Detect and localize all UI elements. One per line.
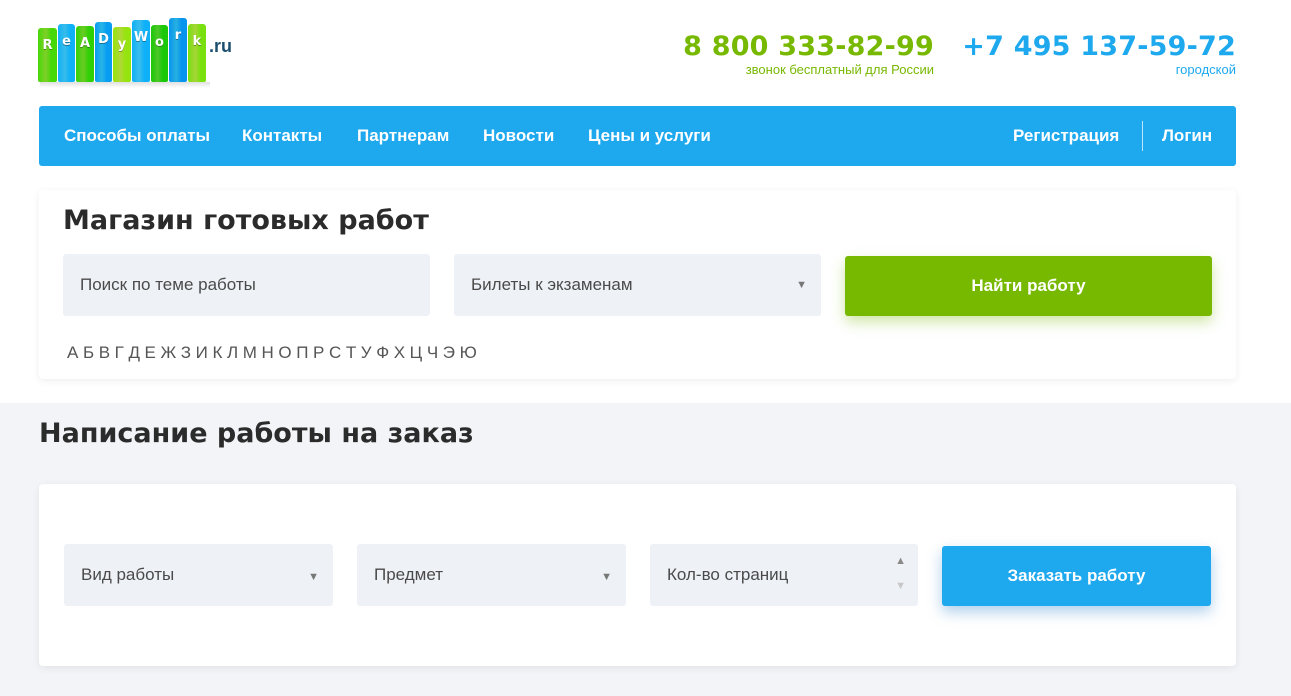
search-topic-input[interactable] (80, 254, 430, 316)
pages-count-field[interactable]: ▲ ▼ (650, 544, 918, 606)
logo-letter: R (42, 38, 53, 53)
triangle-down-icon[interactable]: ▼ (895, 577, 906, 595)
phone-free-number[interactable]: 8 800 333-82-99 (683, 32, 934, 62)
nav-register-link[interactable]: Регистрация (1013, 106, 1119, 166)
nav-item-partners[interactable]: Партнерам (357, 106, 449, 166)
shop-title: Магазин готовых работ (63, 205, 429, 236)
logo-letter: e (62, 34, 71, 49)
order-work-button[interactable]: Заказать работу (942, 546, 1211, 606)
phone-city-number[interactable]: +7 495 137-59-72 (962, 32, 1236, 62)
logo-letter: W (133, 30, 149, 45)
subject-select-value: Предмет (374, 565, 444, 584)
logo-book: R (38, 28, 57, 82)
alphabet-letter[interactable]: Ф (376, 343, 389, 363)
logo-book: D (95, 22, 112, 82)
logo-book: y (113, 27, 131, 82)
alphabet-letter[interactable]: М (243, 343, 257, 363)
triangle-down-icon: ▼ (796, 279, 807, 291)
alphabet-letter[interactable]: Т (346, 343, 356, 363)
phone-free: 8 800 333-82-99 звонок бесплатный для Ро… (683, 32, 934, 78)
alphabet-letter[interactable]: С (329, 343, 341, 363)
alphabet-letter[interactable]: Х (394, 343, 405, 363)
alphabet-filter: АБВГДЕЖЗИКЛМНОПРСТУФХЦЧЭЮ (67, 343, 481, 363)
logo-letter: D (98, 32, 109, 47)
find-work-button[interactable]: Найти работу (845, 256, 1212, 316)
logo-letter: y (117, 37, 127, 52)
alphabet-letter[interactable]: И (196, 343, 208, 363)
logo-letter: o (155, 35, 164, 50)
order-title: Написание работы на заказ (39, 418, 474, 449)
triangle-down-icon: ▼ (601, 571, 612, 583)
alphabet-letter[interactable]: О (278, 343, 291, 363)
search-topic-field[interactable] (63, 254, 430, 316)
logo-book: e (58, 24, 75, 82)
pages-count-input[interactable] (667, 544, 918, 606)
alphabet-letter[interactable]: А (67, 343, 78, 363)
logo-letter: A (79, 36, 91, 51)
alphabet-letter[interactable]: Л (227, 343, 238, 363)
logo-shadow (40, 82, 210, 88)
nav-login-link[interactable]: Логин (1162, 106, 1212, 166)
alphabet-letter[interactable]: Е (145, 343, 156, 363)
alphabet-letter[interactable]: У (361, 343, 372, 363)
alphabet-letter[interactable]: П (296, 343, 308, 363)
logo-book: o (151, 25, 168, 82)
alphabet-letter[interactable]: Н (261, 343, 273, 363)
alphabet-letter[interactable]: Р (313, 343, 324, 363)
alphabet-letter[interactable]: К (212, 343, 222, 363)
logo-book: k (188, 24, 206, 82)
alphabet-letter[interactable]: Б (83, 343, 94, 363)
alphabet-letter[interactable]: Д (128, 343, 140, 363)
logo-letter: r (174, 28, 182, 43)
work-type-select[interactable]: Вид работы ▼ (64, 544, 333, 606)
triangle-up-icon[interactable]: ▲ (895, 552, 906, 570)
alphabet-letter[interactable]: Ч (427, 343, 438, 363)
logo-letter: k (192, 34, 202, 49)
logo-book: A (76, 26, 94, 82)
logo-book: W (132, 20, 150, 82)
work-type-select-value: Вид работы (81, 565, 175, 584)
phone-city: +7 495 137-59-72 городской (962, 32, 1236, 78)
alphabet-letter[interactable]: Ж (160, 343, 176, 363)
triangle-down-icon: ▼ (308, 571, 319, 583)
alphabet-letter[interactable]: Э (443, 343, 455, 363)
nav-item-news[interactable]: Новости (483, 106, 554, 166)
nav-item-payment[interactable]: Способы оплаты (64, 106, 210, 166)
category-select[interactable]: Билеты к экзаменам ▼ (454, 254, 821, 316)
alphabet-letter[interactable]: В (99, 343, 110, 363)
nav-item-prices[interactable]: Цены и услуги (588, 106, 711, 166)
phone-city-caption: городской (1175, 62, 1236, 77)
category-select-value: Билеты к экзаменам (471, 275, 633, 294)
nav-divider (1142, 121, 1143, 151)
nav-item-contacts[interactable]: Контакты (242, 106, 322, 166)
logo-book: r (169, 18, 187, 82)
alphabet-letter[interactable]: Г (115, 343, 124, 363)
alphabet-letter[interactable]: Ю (460, 343, 477, 363)
site-logo[interactable]: ReADyWork .ru (38, 18, 243, 88)
logo-domain: .ru (209, 36, 233, 56)
phone-free-caption: звонок бесплатный для России (745, 62, 934, 77)
main-navbar: Способы оплаты Контакты Партнерам Новост… (39, 106, 1236, 166)
subject-select[interactable]: Предмет ▼ (357, 544, 626, 606)
alphabet-letter[interactable]: З (181, 343, 191, 363)
alphabet-letter[interactable]: Ц (410, 343, 423, 363)
